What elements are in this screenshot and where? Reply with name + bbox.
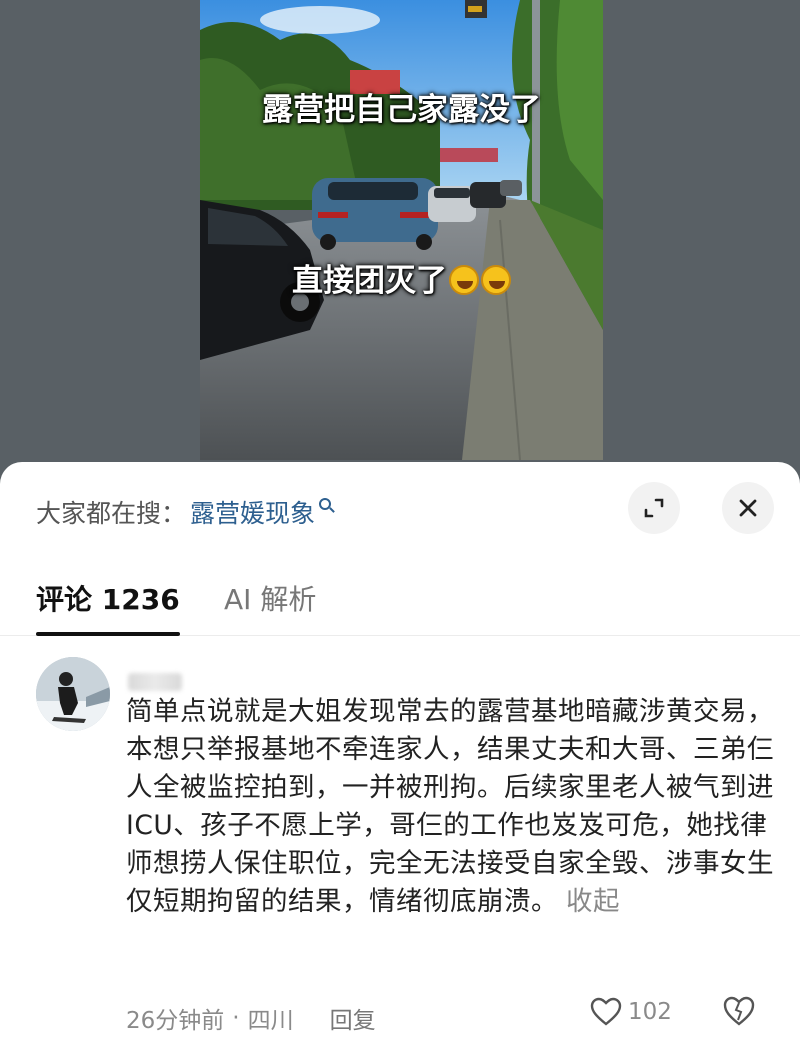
avatar[interactable] [36,657,110,731]
like-button[interactable]: 102 [590,997,672,1027]
rolling-laughing-emoji-icon [449,265,479,295]
comment-sheet: 大家都在搜： 露营媛现象 评论 1236 AI 解析 简单点说就是大姐发现常去的… [0,462,800,1055]
trending-search[interactable]: 大家都在搜： 露营媛现象 [36,492,332,532]
broken-heart-icon [723,996,755,1026]
video-frame[interactable]: 露营把自己家露没了 直接团灭了 [200,0,603,460]
comment-meta: 26分钟前 · 四川 回复 [126,1001,376,1035]
like-count: 102 [628,999,672,1025]
expand-button[interactable] [628,482,680,534]
reply-button[interactable]: 回复 [330,1001,376,1035]
video-caption-mid: 直接团灭了 [200,255,603,300]
video-scene [200,0,603,460]
video-area[interactable]: 露营把自己家露没了 直接团灭了 [0,0,800,470]
collapse-link[interactable]: 收起 [566,886,620,917]
comment-time: 26分钟前 [126,1008,225,1034]
video-caption-mid-text: 直接团灭了 [292,263,447,299]
video-caption-top: 露营把自己家露没了 [262,92,541,128]
trending-search-label: 大家都在搜： [36,499,187,528]
username-blurred[interactable] [128,673,182,691]
rolling-laughing-emoji-icon [481,265,511,295]
comment-tabs: 评论 1236 AI 解析 [0,572,800,636]
search-icon [319,498,332,510]
comment-text-block: 简单点说就是大姐发现常去的露营基地暗藏涉黄交易，本想只举报基地不牵连家人，结果丈… [126,693,776,921]
tab-comments[interactable]: 评论 1236 [36,578,180,636]
active-tab-indicator [36,632,180,636]
close-icon [739,499,757,517]
comment-text: 简单点说就是大姐发现常去的露营基地暗藏涉黄交易，本想只举报基地不牵连家人，结果丈… [126,696,774,917]
dislike-button[interactable] [722,995,756,1031]
comment-location: 四川 [247,1008,294,1034]
tab-ai-analysis[interactable]: AI 解析 [224,578,316,630]
heart-icon [590,997,622,1026]
expand-icon [644,498,664,518]
tab-comments-label: 评论 1236 [36,583,180,616]
avatar-image [36,657,110,731]
meta-separator: · [232,1005,240,1031]
trending-search-term[interactable]: 露营媛现象 [190,494,315,530]
close-button[interactable] [722,482,774,534]
